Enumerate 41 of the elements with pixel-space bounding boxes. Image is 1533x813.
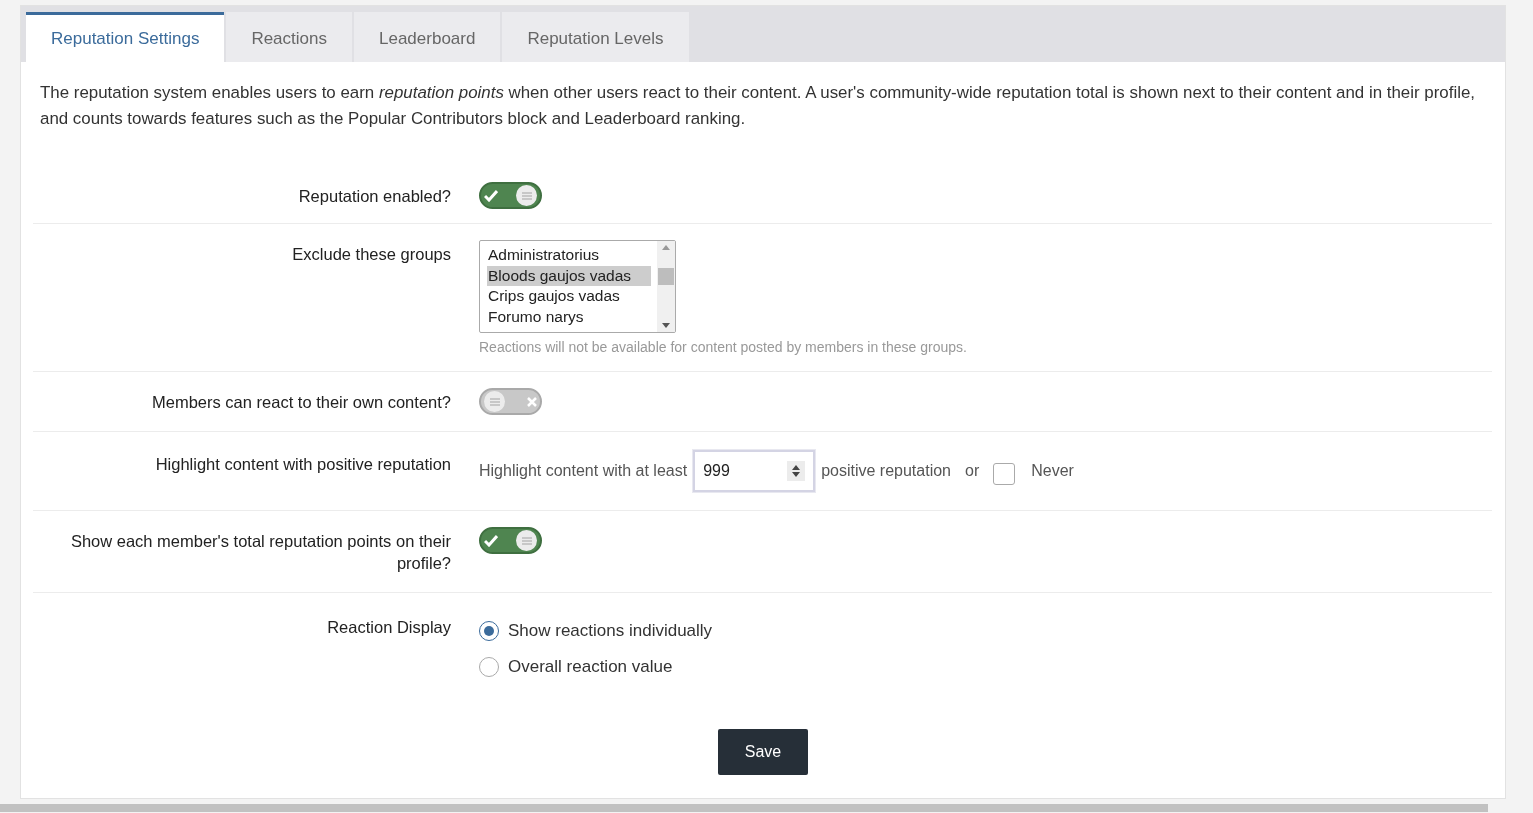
setting-label: Reaction Display	[326, 617, 451, 638]
hint-text: Reactions will not be available for content posted by members in these groups.	[479, 339, 968, 355]
tab[interactable]: Reputation Settings	[26, 12, 225, 62]
radio-label: Overall reaction value	[508, 657, 673, 677]
horizontal-scrollbar[interactable]	[0, 804, 1488, 812]
close-icon	[527, 396, 537, 407]
grip-icon	[521, 191, 532, 200]
never-checkbox[interactable]	[993, 463, 1016, 485]
prefix-text: Highlight content with at least	[479, 462, 688, 480]
radio-dot-icon	[484, 626, 494, 636]
checkbox-label: Never	[1031, 462, 1074, 480]
list-option[interactable]: Crips gaujos vadas	[487, 286, 651, 307]
or-text: or	[965, 462, 980, 480]
scroll-up-icon[interactable]	[662, 245, 670, 250]
list-option[interactable]: Administratorius	[487, 245, 651, 266]
tab[interactable]: Leaderboard	[354, 12, 501, 62]
groups-listbox[interactable]: Administratorius Bloods gaujos vadas Crips gaujos vadas Forumo narys	[479, 240, 676, 333]
setting-label: Exclude these groups	[291, 244, 451, 265]
scrollbar-thumb[interactable]	[658, 268, 674, 285]
setting-label: Highlight content with positive reputation	[154, 454, 451, 475]
number-field[interactable]: 999	[693, 450, 816, 492]
toggle-switch[interactable]	[479, 182, 542, 209]
radio-label: Show reactions individually	[508, 621, 713, 641]
check-icon	[484, 189, 498, 202]
list-option[interactable]: Bloods gaujos vadas	[487, 265, 651, 286]
intro-paragraph: The reputation system enables users to earn reputation points when other users react to their content. A user's community-wide reputation total is shown next to their content and in their profile, and counts towards features such as the Popular Contributors block and Leaderboard ranking.	[39, 82, 1477, 130]
list-option[interactable]: Forumo narys	[487, 306, 651, 327]
suffix-text: positive reputation	[821, 462, 951, 480]
toggle-switch[interactable]	[479, 527, 542, 554]
setting-label: Show each member's total reputation points on their profile?	[69, 531, 451, 574]
save-button[interactable]: Save	[718, 729, 808, 775]
check-icon	[484, 534, 498, 547]
grip-icon	[521, 536, 532, 545]
scroll-down-icon[interactable]	[662, 323, 670, 328]
spinner-icon[interactable]	[791, 464, 802, 478]
tab[interactable]: Reputation Levels	[502, 12, 689, 62]
toggle-switch[interactable]	[479, 388, 542, 415]
setting-label: Members can react to their own content?	[151, 392, 451, 413]
grip-icon	[489, 397, 500, 406]
tab[interactable]: Reactions	[226, 12, 352, 62]
setting-label: Reputation enabled?	[297, 186, 451, 207]
